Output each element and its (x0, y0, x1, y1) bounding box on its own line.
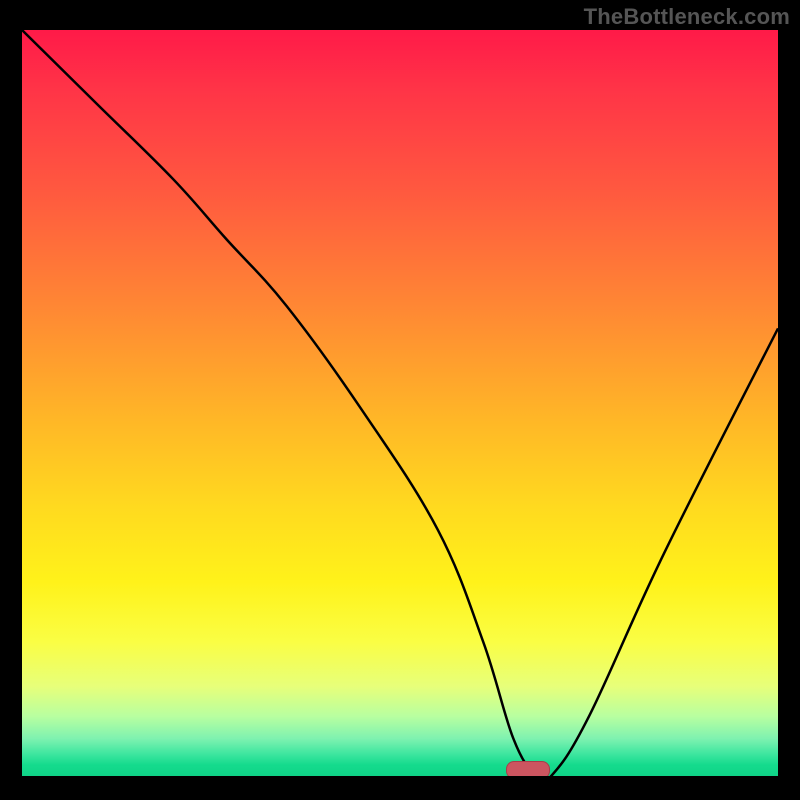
target-marker (506, 761, 550, 778)
plot-area (20, 28, 780, 778)
watermark-text: TheBottleneck.com (584, 4, 790, 30)
chart-frame: TheBottleneck.com (0, 0, 800, 800)
bottleneck-curve (22, 30, 778, 776)
curve-layer (22, 30, 778, 776)
